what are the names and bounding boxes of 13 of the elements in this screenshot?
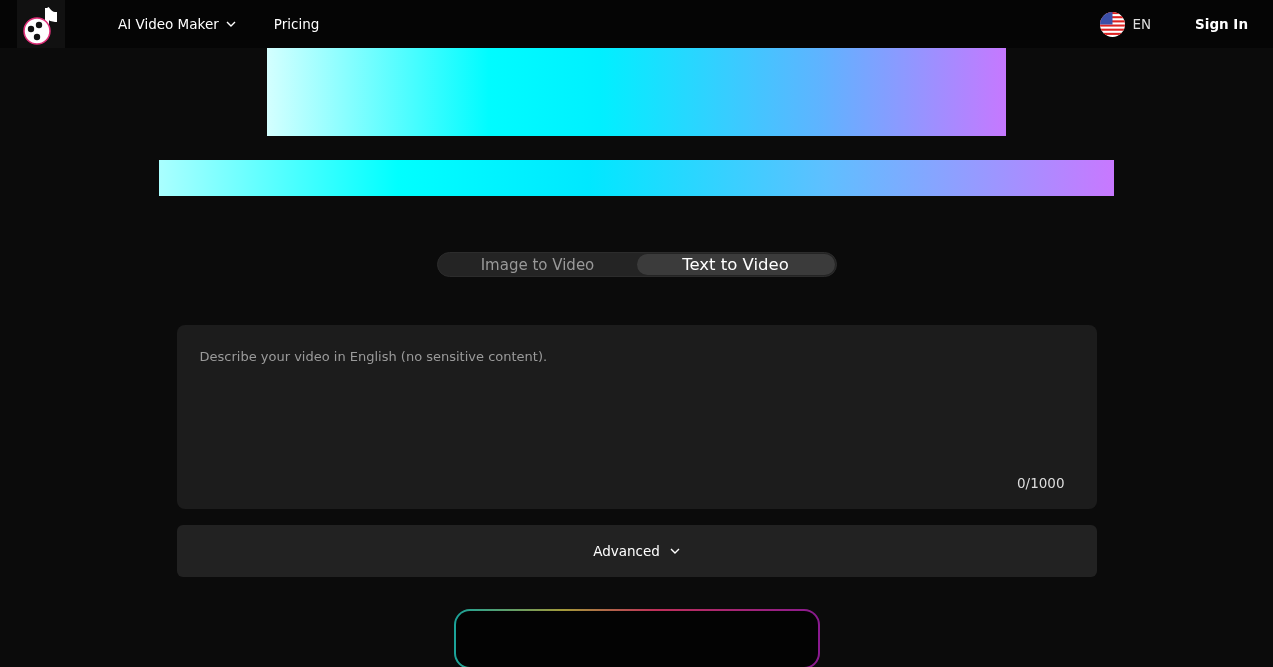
language-selector[interactable]: EN [1100, 11, 1152, 37]
nav-link[interactable]: Pricing [273, 16, 320, 32]
mode-tab[interactable]: Image to Video [438, 254, 637, 275]
chevron-down-icon [669, 548, 680, 554]
advanced-toggle[interactable]: Advanced [176, 525, 1097, 577]
flag-icon [1100, 11, 1126, 37]
character-counter: 0/1000 [1017, 475, 1065, 491]
sign-in-button[interactable]: Sign In [1195, 16, 1248, 32]
mode-tab[interactable]: Text to Video [636, 254, 835, 275]
generate-button[interactable] [453, 609, 820, 667]
logo-icon[interactable] [17, 0, 65, 48]
nav-menu[interactable]: AI Video Maker [118, 16, 236, 32]
chevron-down-icon [225, 21, 236, 27]
